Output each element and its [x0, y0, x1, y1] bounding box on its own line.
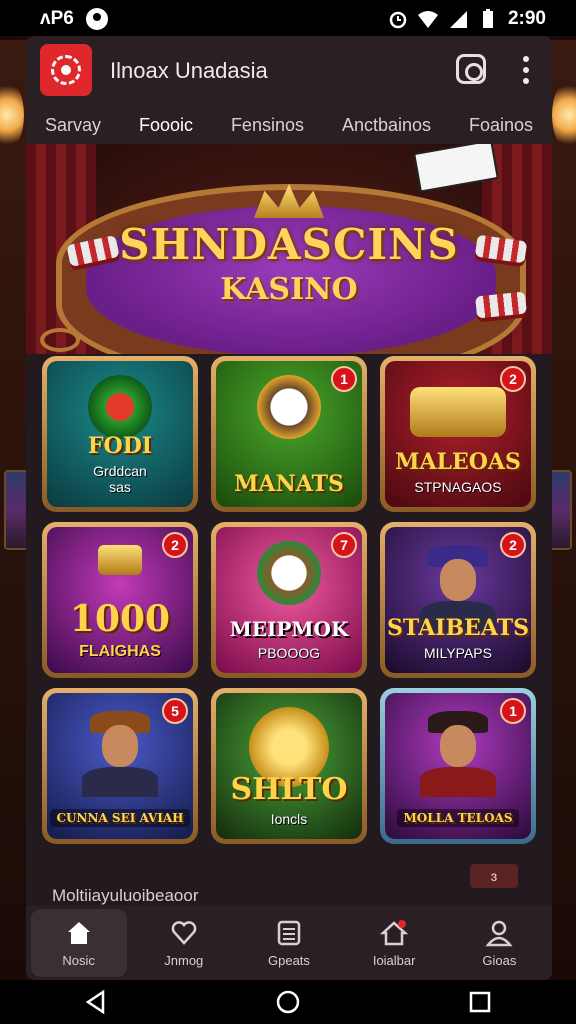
nav-item-home[interactable]: Nosic	[30, 909, 127, 977]
game-title: CUNNA SEI AVIAH	[50, 809, 190, 827]
promo-banner[interactable]: SHNDASCINS KASINO	[26, 144, 552, 354]
recents-icon[interactable]	[467, 989, 493, 1015]
game-tile[interactable]: 2 MALEOAS STPNAGAOS	[380, 356, 536, 512]
house-alert-icon	[380, 919, 409, 945]
banner-title: SHNDASCINS	[119, 220, 459, 269]
game-subtitle: Ioncls	[270, 811, 308, 827]
game-tile[interactable]: 2 STAIBEATS MILYPAPS	[380, 522, 536, 678]
user-icon	[485, 920, 513, 946]
notification-badge: 5	[162, 698, 188, 724]
signal-icon	[449, 11, 467, 28]
notification-badge: 1	[500, 698, 526, 724]
clock-text: 2:90	[507, 8, 546, 29]
game-art: FODI Grddcan sas	[47, 361, 193, 507]
app-logo[interactable]	[40, 44, 92, 96]
banner-subtitle: KASINO	[220, 272, 358, 307]
game-tile[interactable]: 1 MANATS	[211, 356, 367, 512]
game-subtitle: FLAIGHAS	[79, 643, 161, 660]
game-tile[interactable]: SHLTO Ioncls	[211, 688, 367, 844]
game-subtitle: MILYPAPS	[424, 645, 492, 661]
screen: ᴧP6 2:90 Ilnoax Unadasia Sarvay Foooic F…	[0, 0, 576, 1024]
panda-mascot-icon	[257, 375, 321, 439]
tab-3[interactable]: Anctbainos	[334, 109, 439, 142]
tab-2[interactable]: Fensinos	[223, 109, 312, 142]
nav-label: Gpeats	[268, 952, 310, 968]
carrier-text: ᴧP6	[40, 8, 74, 29]
app-header: Ilnoax Unadasia	[26, 36, 552, 106]
character-portrait	[420, 545, 496, 631]
battery-icon	[482, 9, 493, 28]
game-title: MOLLA TELOAS	[397, 809, 519, 827]
game-title: MEIPMOK	[229, 617, 349, 641]
nav-label: Gioas	[482, 952, 517, 968]
back-icon[interactable]	[83, 989, 109, 1015]
home-circle-icon[interactable]	[275, 989, 301, 1015]
nav-label: Ioialbar	[372, 952, 416, 968]
slot-reel-icon	[410, 387, 506, 437]
nav-label: Nosic	[62, 952, 95, 968]
status-bar: ᴧP6 2:90	[0, 0, 576, 36]
game-tile[interactable]: 5 CUNNA SEI AVIAH	[42, 688, 198, 844]
wifi-icon	[417, 11, 438, 28]
game-subtitle: PBOOOG	[257, 645, 321, 661]
game-subtitle: Grddcan sas	[93, 463, 147, 495]
game-tile[interactable]: 2 1000 FLAIGHAS	[42, 522, 198, 678]
notification-badge: 2	[500, 532, 526, 558]
game-art: SHLTO Ioncls	[216, 693, 362, 839]
character-portrait	[420, 711, 496, 797]
game-title: 1000	[69, 598, 171, 640]
casino-chip-icon	[51, 55, 81, 85]
nav-label: Jnmog	[164, 952, 204, 968]
nav-item-games[interactable]: Gpeats	[241, 909, 337, 977]
game-title: MANATS	[234, 471, 344, 497]
panda-mascot-icon	[257, 541, 321, 605]
nav-item-favorites[interactable]: Jnmog	[136, 909, 232, 977]
notification-badge: 7	[331, 532, 357, 558]
notification-icon	[85, 8, 108, 30]
game-title: SHLTO	[230, 772, 348, 807]
notification-badge: 2	[500, 366, 526, 392]
notification-badge: 2	[162, 532, 188, 558]
cup-holder	[40, 328, 80, 352]
camera-icon[interactable]	[456, 54, 486, 84]
nav-item-profile[interactable]: Gioas	[451, 909, 547, 977]
game-title: FODI	[87, 433, 153, 459]
tab-0[interactable]: Sarvay	[37, 109, 109, 142]
alarm-icon	[389, 11, 407, 29]
system-navigation-bar	[0, 980, 576, 1024]
game-grid: FODI Grddcan sas 1 MANATS 2 MALEOAS STPN…	[42, 356, 536, 844]
nav-item-notifications[interactable]: Ioialbar	[346, 909, 442, 977]
list-icon	[277, 920, 301, 945]
section-label: Moltiiayuluoibeaoor	[52, 886, 199, 905]
notification-badge: 1	[331, 366, 357, 392]
tab-1[interactable]: Foooic	[122, 109, 210, 148]
app-title: Ilnoax Unadasia	[110, 58, 268, 83]
tab-4[interactable]: Foainos	[461, 109, 541, 142]
section-action-button[interactable]: ɜ	[470, 864, 518, 888]
home-icon	[67, 921, 90, 944]
heart-icon	[171, 920, 197, 945]
game-tile[interactable]: 7 MEIPMOK PBOOOG	[211, 522, 367, 678]
game-subtitle: STPNAGAOS	[414, 479, 502, 495]
tab-bar: Sarvay Foooic Fensinos Anctbainos Foaino…	[26, 106, 552, 148]
game-tile[interactable]: 1 MOLLA TELOAS	[380, 688, 536, 844]
game-title: STAIBEATS	[387, 615, 529, 641]
app-window: Ilnoax Unadasia Sarvay Foooic Fensinos A…	[26, 36, 552, 980]
game-tile[interactable]: FODI Grddcan sas	[42, 356, 198, 512]
more-menu-icon[interactable]	[522, 56, 530, 84]
crown-icon	[98, 545, 142, 575]
character-portrait	[82, 711, 158, 797]
fruit-icon	[88, 375, 152, 439]
bottom-navigation: Nosic Jnmog Gpeats Ioialbar Gioas	[26, 906, 552, 980]
game-title: MALEOAS	[395, 449, 521, 475]
